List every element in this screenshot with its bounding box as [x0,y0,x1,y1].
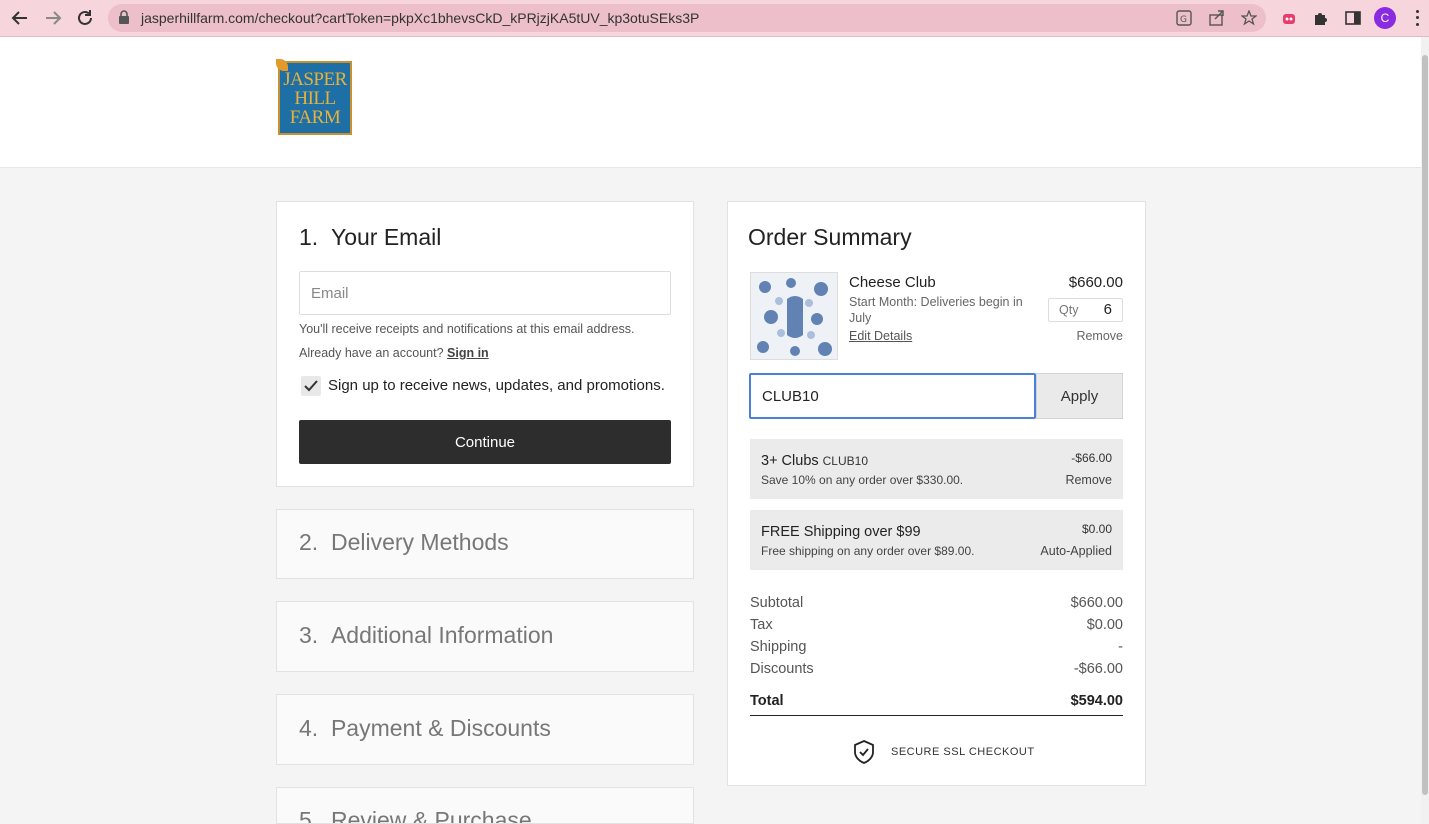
order-summary-title: Order Summary [748,224,912,250]
sign-in-link[interactable]: Sign in [447,346,489,360]
step-review-title: 5. Review & Purchase [299,807,532,824]
step-additional-information[interactable]: 3. Additional Information [276,601,694,672]
site-logo[interactable]: JASPER HILL FARM [276,59,352,135]
share-icon[interactable] [1208,9,1226,27]
url-text: jasperhillfarm.com/checkout?cartToken=pk… [141,10,700,26]
coupon-code-input[interactable] [749,373,1036,419]
auto-applied-label: Auto-Applied [1040,544,1112,558]
browser-toolbar: jasperhillfarm.com/checkout?cartToken=pk… [0,0,1429,37]
step-email-title: 1. Your Email [299,224,442,250]
product-price: $660.00 [1068,274,1123,291]
secure-checkout-label: SECURE SSL CHECKOUT [891,746,1035,758]
qty-label: Qty [1059,303,1079,317]
lock-icon [118,10,130,30]
subtotal-value: $660.00 [1070,595,1123,611]
address-bar[interactable]: jasperhillfarm.com/checkout?cartToken=pk… [108,4,1266,32]
receipt-note: You'll receive receipts and notification… [299,322,635,336]
checkmark-icon [304,380,318,392]
translate-icon[interactable]: G [1175,9,1193,27]
newsletter-label[interactable]: Sign up to receive news, updates, and pr… [328,377,665,394]
order-summary: Order Summary Cheese Club Start Month: D… [727,201,1146,786]
more-menu-icon[interactable] [1410,8,1424,28]
step-delivery-title: 2. Delivery Methods [299,529,509,555]
quantity-field[interactable]: Qty 6 [1048,298,1123,322]
discount-title: FREE Shipping over $99 [761,524,921,540]
qty-value[interactable]: 6 [1104,301,1112,318]
edit-details-link[interactable]: Edit Details [849,329,912,343]
profile-avatar[interactable]: C [1374,7,1396,29]
extension-icon[interactable] [1278,7,1300,29]
reload-icon[interactable] [72,6,98,30]
step-additional-title: 3. Additional Information [299,622,554,648]
email-field[interactable] [299,271,671,315]
back-icon[interactable] [7,6,33,30]
discount-title: 3+ Clubs CLUB10 [761,453,868,469]
discount-club10: 3+ Clubs CLUB10 Save 10% on any order ove… [750,439,1123,499]
discounts-value: -$66.00 [1073,661,1123,677]
product-start-month: Start Month: Deliveries begin in July [849,295,1023,325]
product-name: Cheese Club [849,274,936,291]
secure-checkout-badge: SECURE SSL CHECKOUT [853,740,1035,764]
total-divider [750,715,1123,716]
discount-description: Free shipping on any order over $89.00. [761,544,975,558]
shield-check-icon [854,740,874,764]
discount-amount: -$66.00 [1071,451,1112,465]
product-image [750,272,838,360]
puzzle-icon[interactable] [1310,7,1332,29]
forward-icon[interactable] [40,6,66,30]
discount-code: CLUB10 [822,454,868,468]
bookmark-star-icon[interactable] [1240,9,1258,27]
site-header: JASPER HILL FARM [0,37,1421,168]
discount-free-shipping: FREE Shipping over $99 Free shipping on … [750,510,1123,570]
step-payment-title: 4. Payment & Discounts [299,715,551,741]
step-delivery-methods[interactable]: 2. Delivery Methods [276,509,694,579]
newsletter-checkbox[interactable] [301,376,321,396]
step-email: 1. Your Email You'll receive receipts an… [276,201,694,487]
step-payment-discounts[interactable]: 4. Payment & Discounts [276,694,694,765]
total-value: $594.00 [1070,693,1123,709]
remove-item-link[interactable]: Remove [1076,329,1123,343]
discount-description: Save 10% on any order over $330.00. [761,473,964,487]
tax-value: $0.00 [1086,617,1123,633]
side-panel-icon[interactable] [1342,7,1364,29]
shipping-value: - [1118,639,1123,655]
remove-discount-link[interactable]: Remove [1065,473,1112,487]
account-prompt: Already have an account? Sign in [299,346,489,360]
apply-coupon-button[interactable]: Apply [1036,373,1123,419]
continue-button[interactable]: Continue [299,420,671,464]
svg-text:G: G [1180,15,1187,25]
discount-amount: $0.00 [1081,522,1112,536]
step-review-purchase[interactable]: 5. Review & Purchase [276,787,694,824]
page-scrollbar[interactable] [1421,37,1429,824]
